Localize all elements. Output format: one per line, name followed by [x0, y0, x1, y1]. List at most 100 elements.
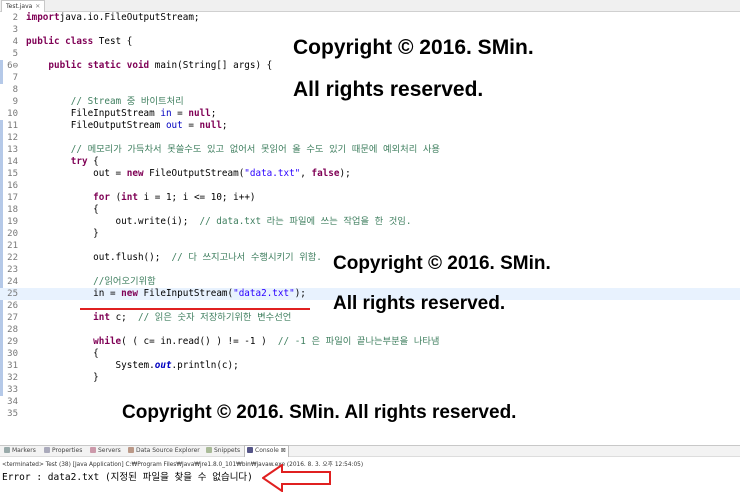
line-number: 16 [7, 181, 18, 191]
line-number: 12 [7, 133, 18, 143]
code-line[interactable]: 24 //읽어오기위함 [0, 276, 740, 288]
line-number: 2 [12, 13, 18, 23]
line-number: 30 [7, 349, 18, 359]
tab-console[interactable]: Console ⊠ [244, 445, 289, 457]
code-token: FileOutputStream( [143, 168, 245, 179]
code-line[interactable]: 29 while( ( c= in.read() ) != -1 ) // -1… [0, 336, 740, 348]
code-token: null [188, 108, 211, 119]
code-text: public static void main(String[] args) { [26, 60, 272, 72]
line-number: 34 [7, 397, 18, 407]
code-text: int c; // 읽은 숫자 저장하기위한 변수선언 [26, 312, 291, 324]
tab-servers[interactable]: Servers [90, 446, 121, 456]
code-token: Test { [93, 36, 133, 47]
code-line[interactable]: 30 { [0, 348, 740, 360]
code-line[interactable]: 32 } [0, 372, 740, 384]
code-token: , [300, 168, 312, 179]
servers-icon [90, 447, 96, 453]
line-number: 9 [12, 97, 18, 107]
code-line[interactable]: 18 { [0, 204, 740, 216]
line-number: 3 [12, 25, 18, 35]
code-line[interactable]: 28 [0, 324, 740, 336]
code-token: = [182, 120, 200, 131]
code-token: in = [26, 288, 122, 299]
copyright-watermark: Copyright © 2016. SMin. [293, 36, 534, 59]
code-token: } [26, 372, 99, 383]
code-token: main(String[] args) { [149, 60, 273, 71]
code-text: out = new FileOutputStream("data.txt", f… [26, 168, 351, 180]
database-icon [128, 447, 134, 453]
code-editor[interactable]: 2 importjava.io.FileOutputStream; 3 4 public… [0, 12, 740, 445]
line-number: 21 [7, 241, 18, 251]
code-text: System.out.println(c); [26, 360, 239, 372]
code-token: FileInputStream [26, 108, 161, 119]
code-line[interactable]: 17 for (int i = 1; i <= 10; i++) [0, 192, 740, 204]
code-token: out [165, 120, 183, 131]
line-number: 29 [7, 337, 18, 347]
close-icon[interactable]: ✕ [35, 3, 40, 10]
code-line[interactable]: 11 FileOutputStream out = null; [0, 120, 740, 132]
code-token: public class [26, 36, 94, 47]
code-token: System. [26, 360, 155, 371]
code-line[interactable]: 12 [0, 132, 740, 144]
code-line[interactable]: 10 FileInputStream in = null; [0, 108, 740, 120]
tab-label: Snippets [214, 447, 241, 454]
code-text: } [26, 228, 99, 240]
code-text: for (int i = 1; i <= 10; i++) [26, 192, 255, 204]
code-text: out.write(i); // data.txt 라는 파일에 쓰는 작업을 … [26, 216, 412, 228]
code-text: // 메모리가 가득차서 못쓸수도 있고 없어서 못읽어 올 수도 있기 때문에… [26, 144, 440, 156]
line-number: 6⊖ [7, 61, 18, 71]
code-line[interactable]: 3 [0, 24, 740, 36]
code-text: while( ( c= in.read() ) != -1 ) // -1 은 … [26, 336, 439, 348]
code-line[interactable]: 2 importjava.io.FileOutputStream; [0, 12, 740, 24]
code-text: { [26, 348, 99, 360]
code-token: { [87, 156, 99, 167]
tab-data-source-explorer[interactable]: Data Source Explorer [128, 446, 200, 456]
tab-properties[interactable]: Properties [44, 446, 82, 456]
code-line[interactable]: 19 out.write(i); // data.txt 라는 파일에 쓰는 작… [0, 216, 740, 228]
code-line[interactable]: 20 } [0, 228, 740, 240]
code-token: new [126, 168, 144, 179]
code-token: out.flush(); [26, 252, 172, 263]
code-line[interactable]: 15 out = new FileOutputStream("data.txt"… [0, 168, 740, 180]
code-token: { [26, 348, 99, 359]
tab-label: Properties [52, 447, 83, 454]
code-line[interactable]: 6⊖ public static void main(String[] args… [0, 60, 740, 72]
code-token: .println(c); [171, 360, 239, 371]
line-number: 14 [7, 157, 18, 167]
code-line[interactable]: 31 System.out.println(c); [0, 360, 740, 372]
copyright-watermark: All rights reserved. [293, 78, 484, 101]
tab-snippets[interactable]: Snippets [206, 446, 240, 456]
console-icon [247, 447, 253, 453]
code-token: // 다 쓰지고나서 수행시키기 위함. [171, 252, 322, 263]
copyright-watermark: All rights reserved. [333, 293, 506, 314]
tab-label: Markers [12, 447, 36, 454]
line-number: 25 [7, 289, 18, 299]
code-line[interactable]: 13 // 메모리가 가득차서 못쓸수도 있고 없어서 못읽어 올 수도 있기 … [0, 144, 740, 156]
line-number: 11 [7, 121, 18, 131]
code-line[interactable]: 14 try { [0, 156, 740, 168]
line-number: 22 [7, 253, 18, 263]
code-token: import [26, 12, 60, 23]
code-token: ; [221, 120, 228, 131]
code-token: FileInputStream( [137, 288, 234, 299]
code-token: out [154, 360, 172, 371]
tab-markers[interactable]: Markers [4, 446, 36, 456]
code-line[interactable]: 21 [0, 240, 740, 252]
code-text: importjava.io.FileOutputStream; [26, 12, 200, 24]
code-token: } [26, 228, 99, 239]
code-line[interactable]: 16 [0, 180, 740, 192]
line-number: 8 [12, 85, 18, 95]
tab-test-java[interactable]: Test.java ✕ [1, 0, 46, 12]
code-text: } [26, 372, 99, 384]
code-token: { [26, 204, 99, 215]
code-line[interactable]: 33 [0, 384, 740, 396]
code-token: int [121, 192, 138, 203]
code-text: public class Test { [26, 36, 132, 48]
code-token: "data2.txt" [233, 288, 295, 299]
code-token: try [70, 156, 88, 167]
